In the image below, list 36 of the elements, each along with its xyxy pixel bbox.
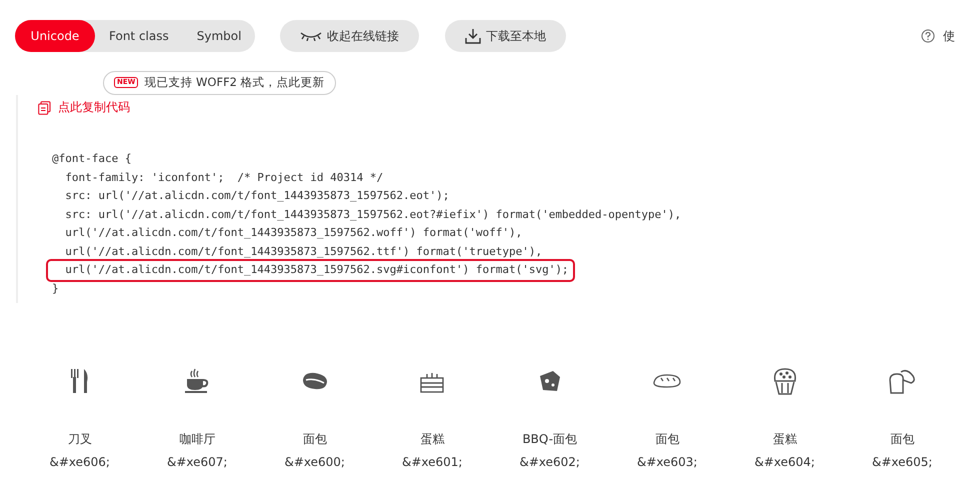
tab[interactable]: Unicode <box>15 20 95 52</box>
code-line: url('//at.alicdn.com/t/font_1443935873_1597562.ttf') format('truetype'), <box>64 244 542 260</box>
icon-code: &#xe602; <box>520 454 580 471</box>
icon-name: 蛋糕 <box>772 431 797 448</box>
icon-name: 面包 <box>655 431 680 448</box>
icon-code: &#xe603; <box>637 454 698 471</box>
code-line: } <box>52 280 59 296</box>
help-link[interactable]: 使 <box>943 28 955 44</box>
notice-text: 现已支持 WOFF2 格式，点此更新 <box>144 75 325 90</box>
icon-code: &#xe601; <box>402 454 462 471</box>
action-button[interactable]: 下载至本地 <box>445 20 566 52</box>
code-line: src: url('//at.alicdn.com/t/font_1443935873_1597562.eot'); <box>64 188 450 204</box>
icon-code: &#xe600; <box>284 454 345 471</box>
code-line: @font-face { <box>52 151 132 167</box>
icon-name: BBQ-面包 <box>522 431 578 448</box>
icon-code: &#xe606; <box>50 454 110 471</box>
tab[interactable]: Font class <box>95 20 183 52</box>
icon-name: 咖啡厅 <box>179 431 216 448</box>
copy-code-link[interactable]: 点此复制代码 <box>58 99 130 116</box>
closed-eye-icon <box>300 31 322 41</box>
action-button[interactable]: 收起在线链接 <box>280 20 419 52</box>
code-line: url('//at.alicdn.com/t/font_1443935873_1597562.svg#iconfont') format('svg'); <box>48 261 573 280</box>
icon-name: 面包 <box>302 431 327 448</box>
code-line: url('//at.alicdn.com/t/font_1443935873_1597562.woff') format('woff'), <box>64 225 522 241</box>
icon-name: 面包 <box>890 431 914 448</box>
code-line: font-family: 'iconfont'; /* Project id 40314 */ <box>64 170 384 186</box>
copy-icon <box>38 100 51 114</box>
code-line: src: url('//at.alicdn.com/t/font_1443935873_1597562.eot?#iefix') format('embedded-opentype'), <box>64 206 682 223</box>
icon-code: &#xe607; <box>167 454 228 471</box>
icon-code: &#xe604; <box>754 454 815 471</box>
download-icon <box>465 28 481 44</box>
icon-name: 刀叉 <box>68 431 92 448</box>
icon-name: 蛋糕 <box>420 431 444 448</box>
tab[interactable]: Symbol <box>182 20 256 52</box>
help-icon[interactable] <box>921 29 935 43</box>
icon-code: &#xe605; <box>872 454 932 471</box>
